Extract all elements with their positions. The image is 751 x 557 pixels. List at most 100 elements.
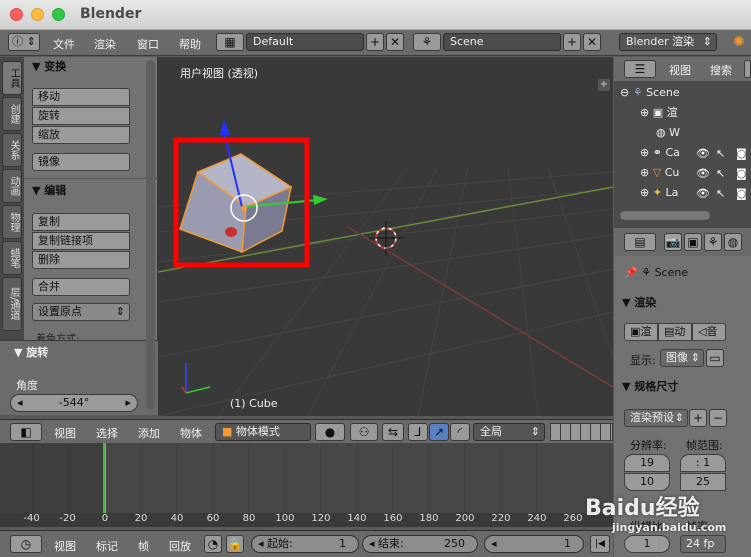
render-camera-icon[interactable]: ◙ xyxy=(736,167,747,180)
select-arrow-icon[interactable]: ↖ xyxy=(716,167,725,180)
frame-step-field[interactable]: 1 xyxy=(624,535,670,553)
tab-create[interactable]: 创建 xyxy=(2,97,22,131)
tab-relations[interactable]: 关系 xyxy=(2,133,22,167)
viewport-shading-button[interactable]: ● xyxy=(315,423,345,441)
cube-object[interactable] xyxy=(179,153,293,254)
render-layers-tab-icon[interactable]: ▣ xyxy=(684,233,702,251)
scene-field[interactable]: Scene xyxy=(443,33,561,51)
remove-screen-button[interactable]: ✕ xyxy=(386,33,404,51)
menu-window[interactable]: 窗口 xyxy=(137,36,159,52)
tab-tools[interactable]: 工具 xyxy=(2,61,22,95)
properties-editor-type-button[interactable]: ▤ xyxy=(624,233,656,251)
timeline-ruler[interactable]: -40 -20 0 20 40 60 80 100 120 140 160 180 200 220 240 2… xyxy=(0,513,613,527)
outliner-menu-view[interactable]: 视图 xyxy=(669,62,691,78)
scale-manipulator-icon[interactable]: ◜ xyxy=(450,423,470,441)
scene-icon[interactable]: ⚘ xyxy=(413,33,441,51)
menu-object[interactable]: 物体 xyxy=(180,425,202,441)
3d-viewport[interactable]: 用户视图 (透视) (1) Cube + xyxy=(158,57,613,416)
3d-cursor-icon[interactable] xyxy=(369,221,403,255)
rotate-operator-title[interactable]: ▼ 旋转 xyxy=(6,343,140,363)
zoom-window-button[interactable] xyxy=(52,8,65,21)
x-arrow-head-icon[interactable] xyxy=(313,195,328,205)
z-arrow-head-icon[interactable] xyxy=(220,119,230,135)
visibility-eye-icon[interactable]: 👁 xyxy=(696,147,710,160)
render-camera-icon[interactable]: ◙ xyxy=(736,187,747,200)
menu-view[interactable]: 视图 xyxy=(54,425,76,441)
outliner-overflow[interactable] xyxy=(744,60,751,78)
resolution-y-field[interactable]: 10 xyxy=(624,473,670,491)
edit-panel-header[interactable]: ▼ 编辑 xyxy=(24,181,158,201)
preview-range-icon[interactable]: ◔ xyxy=(204,535,222,553)
menu-marker[interactable]: 标记 xyxy=(96,538,118,554)
transform-orientation-select[interactable]: 全局 ⇕ xyxy=(473,423,545,441)
render-animation-button[interactable]: ▤动 xyxy=(658,323,692,341)
screen-layout-field[interactable]: Default xyxy=(246,33,364,51)
collapse-icon[interactable]: ⊖ xyxy=(620,83,629,103)
lock-interface-icon[interactable]: ▭ xyxy=(706,349,724,367)
remove-preset-button[interactable]: − xyxy=(709,409,727,427)
add-scene-button[interactable]: + xyxy=(563,33,581,51)
outliner-menu-search[interactable]: 搜索 xyxy=(710,62,732,78)
render-camera-icon[interactable]: ◙ xyxy=(736,147,747,160)
select-arrow-icon[interactable]: ↖ xyxy=(716,147,725,160)
menu-render[interactable]: 渲染 xyxy=(94,36,116,52)
start-frame-field[interactable]: ◂ 起始: 1 xyxy=(251,535,359,553)
manipulator-toggle-icon[interactable]: ⇆ xyxy=(382,423,404,441)
resolution-x-field[interactable]: 19 xyxy=(624,454,670,472)
close-window-button[interactable] xyxy=(10,8,23,21)
minimize-window-button[interactable] xyxy=(31,8,44,21)
outliner-scrollbar[interactable] xyxy=(620,211,710,220)
render-image-button[interactable]: ▣渲 xyxy=(624,323,658,341)
render-engine-select[interactable]: Blender 渲染 ⇕ xyxy=(619,33,717,51)
interaction-mode-select[interactable]: ■ 物体模式 xyxy=(215,423,311,441)
tab-layers[interactable]: 层/通道 xyxy=(2,277,22,331)
menu-frame[interactable]: 帧 xyxy=(138,538,149,554)
editor-type-button[interactable]: ◧ xyxy=(10,423,42,441)
info-editor-type-button[interactable]: ⓘ ⇕ xyxy=(8,33,40,51)
translate-manipulator-icon[interactable]: ⅃ xyxy=(408,423,428,441)
expand-icon[interactable]: ⊕ xyxy=(640,163,649,183)
join-button[interactable]: 合并 xyxy=(32,278,130,296)
layer-buttons[interactable] xyxy=(550,423,613,441)
remove-scene-button[interactable]: ✕ xyxy=(583,33,601,51)
translate-button[interactable]: 移动 xyxy=(32,88,130,106)
end-frame-field[interactable]: ◂ 结束: 250 xyxy=(362,535,478,553)
menu-select[interactable]: 选择 xyxy=(96,425,118,441)
angle-field[interactable]: ◂ -544° ▸ xyxy=(10,394,138,412)
outliner-row-world[interactable]: ◍ W xyxy=(614,123,751,143)
menu-timeline-view[interactable]: 视图 xyxy=(54,538,76,554)
fps-select[interactable]: 24 fp xyxy=(680,535,726,553)
duplicate-button[interactable]: 复制 xyxy=(32,213,130,231)
outliner-row-renderlayers[interactable]: ⊕ ▣ 渲 xyxy=(614,103,751,123)
screen-layout-icon[interactable]: ▦ xyxy=(216,33,244,51)
pin-icon[interactable]: 📌 xyxy=(624,266,638,279)
visibility-eye-icon[interactable]: 👁 xyxy=(696,167,710,180)
world-tab-icon[interactable]: ◍ xyxy=(724,233,742,251)
rotate-button[interactable]: 旋转 xyxy=(32,107,130,125)
timeline-area[interactable] xyxy=(0,443,613,513)
expand-icon[interactable]: ⊕ xyxy=(640,143,649,163)
menu-file[interactable]: 文件 xyxy=(53,36,75,52)
jump-start-icon[interactable]: |◀ xyxy=(590,535,610,553)
lock-icon[interactable]: 🔒 xyxy=(226,535,244,553)
menu-add[interactable]: 添加 xyxy=(138,425,160,441)
select-arrow-icon[interactable]: ↖ xyxy=(716,187,725,200)
menu-help[interactable]: 帮助 xyxy=(179,36,201,52)
add-screen-button[interactable]: + xyxy=(366,33,384,51)
decrement-arrow-icon[interactable]: ◂ xyxy=(17,395,23,411)
increment-arrow-icon[interactable]: ▸ xyxy=(125,395,131,411)
timeline-editor-type-button[interactable]: ◷ xyxy=(10,535,42,553)
menu-playback[interactable]: 回放 xyxy=(169,538,191,554)
render-audio-button[interactable]: ◁音 xyxy=(692,323,726,341)
visibility-eye-icon[interactable]: 👁 xyxy=(696,187,710,200)
outliner[interactable]: ⊖ ⚘ Scene ⊕ ▣ 渲 ◍ W ⊕ ⚭ Ca ⊕ ▽ Cu ⊕ ✦ La… xyxy=(614,81,751,228)
frame-end-field[interactable]: 25 xyxy=(680,473,726,491)
mirror-button[interactable]: 镜像 xyxy=(32,153,130,171)
rotate-manipulator-icon[interactable]: ↗ xyxy=(429,423,449,441)
dimensions-panel-header[interactable]: ▼ 规格尺寸 xyxy=(614,377,748,397)
tab-grease-pencil[interactable]: 蜡笔 xyxy=(2,241,22,275)
duplicate-linked-button[interactable]: 复制链接项 xyxy=(32,232,130,250)
transform-panel-header[interactable]: ▼ 变换 xyxy=(24,57,158,77)
tab-physics[interactable]: 物理 xyxy=(2,205,22,239)
properties-region-toggle-icon[interactable]: + xyxy=(598,79,610,91)
